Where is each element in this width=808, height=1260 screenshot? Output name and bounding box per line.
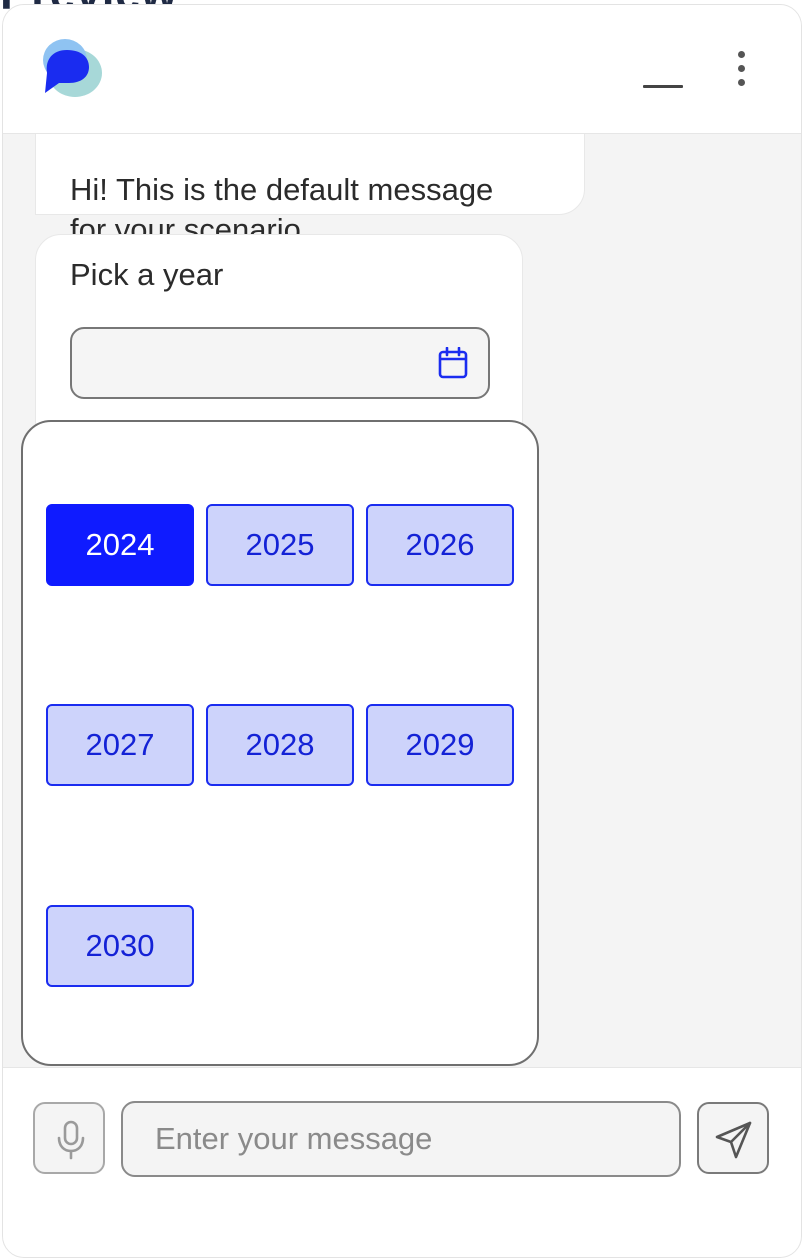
chat-widget: Hi! This is the default message for your… (2, 4, 802, 1258)
year-option-2027[interactable]: 2027 (46, 704, 194, 786)
send-icon (715, 1121, 752, 1159)
minimize-button[interactable] (639, 81, 683, 93)
message-input[interactable] (121, 1101, 681, 1177)
calendar-icon[interactable] (438, 347, 468, 379)
send-button[interactable] (697, 1102, 769, 1174)
microphone-icon (57, 1120, 85, 1160)
year-input[interactable] (70, 327, 490, 399)
year-option-2029[interactable]: 2029 (366, 704, 514, 786)
composer (3, 1067, 801, 1257)
year-option-2028[interactable]: 2028 (206, 704, 354, 786)
chat-bubble-logo (43, 39, 102, 97)
greeting-line-1: Hi! This is the default message (70, 172, 494, 207)
year-option-2025[interactable]: 2025 (206, 504, 354, 586)
year-option-2030[interactable]: 2030 (46, 905, 194, 987)
more-vertical-icon[interactable] (727, 49, 757, 93)
year-option-2024[interactable]: 2024 (46, 504, 194, 586)
microphone-button[interactable] (33, 1102, 105, 1174)
prompt-text: Pick a year (70, 257, 224, 292)
year-option-2026[interactable]: 2026 (366, 504, 514, 586)
year-picker-popup: 2024 2025 2026 2027 2028 2029 2030 (21, 420, 539, 1066)
chat-header (3, 5, 801, 134)
